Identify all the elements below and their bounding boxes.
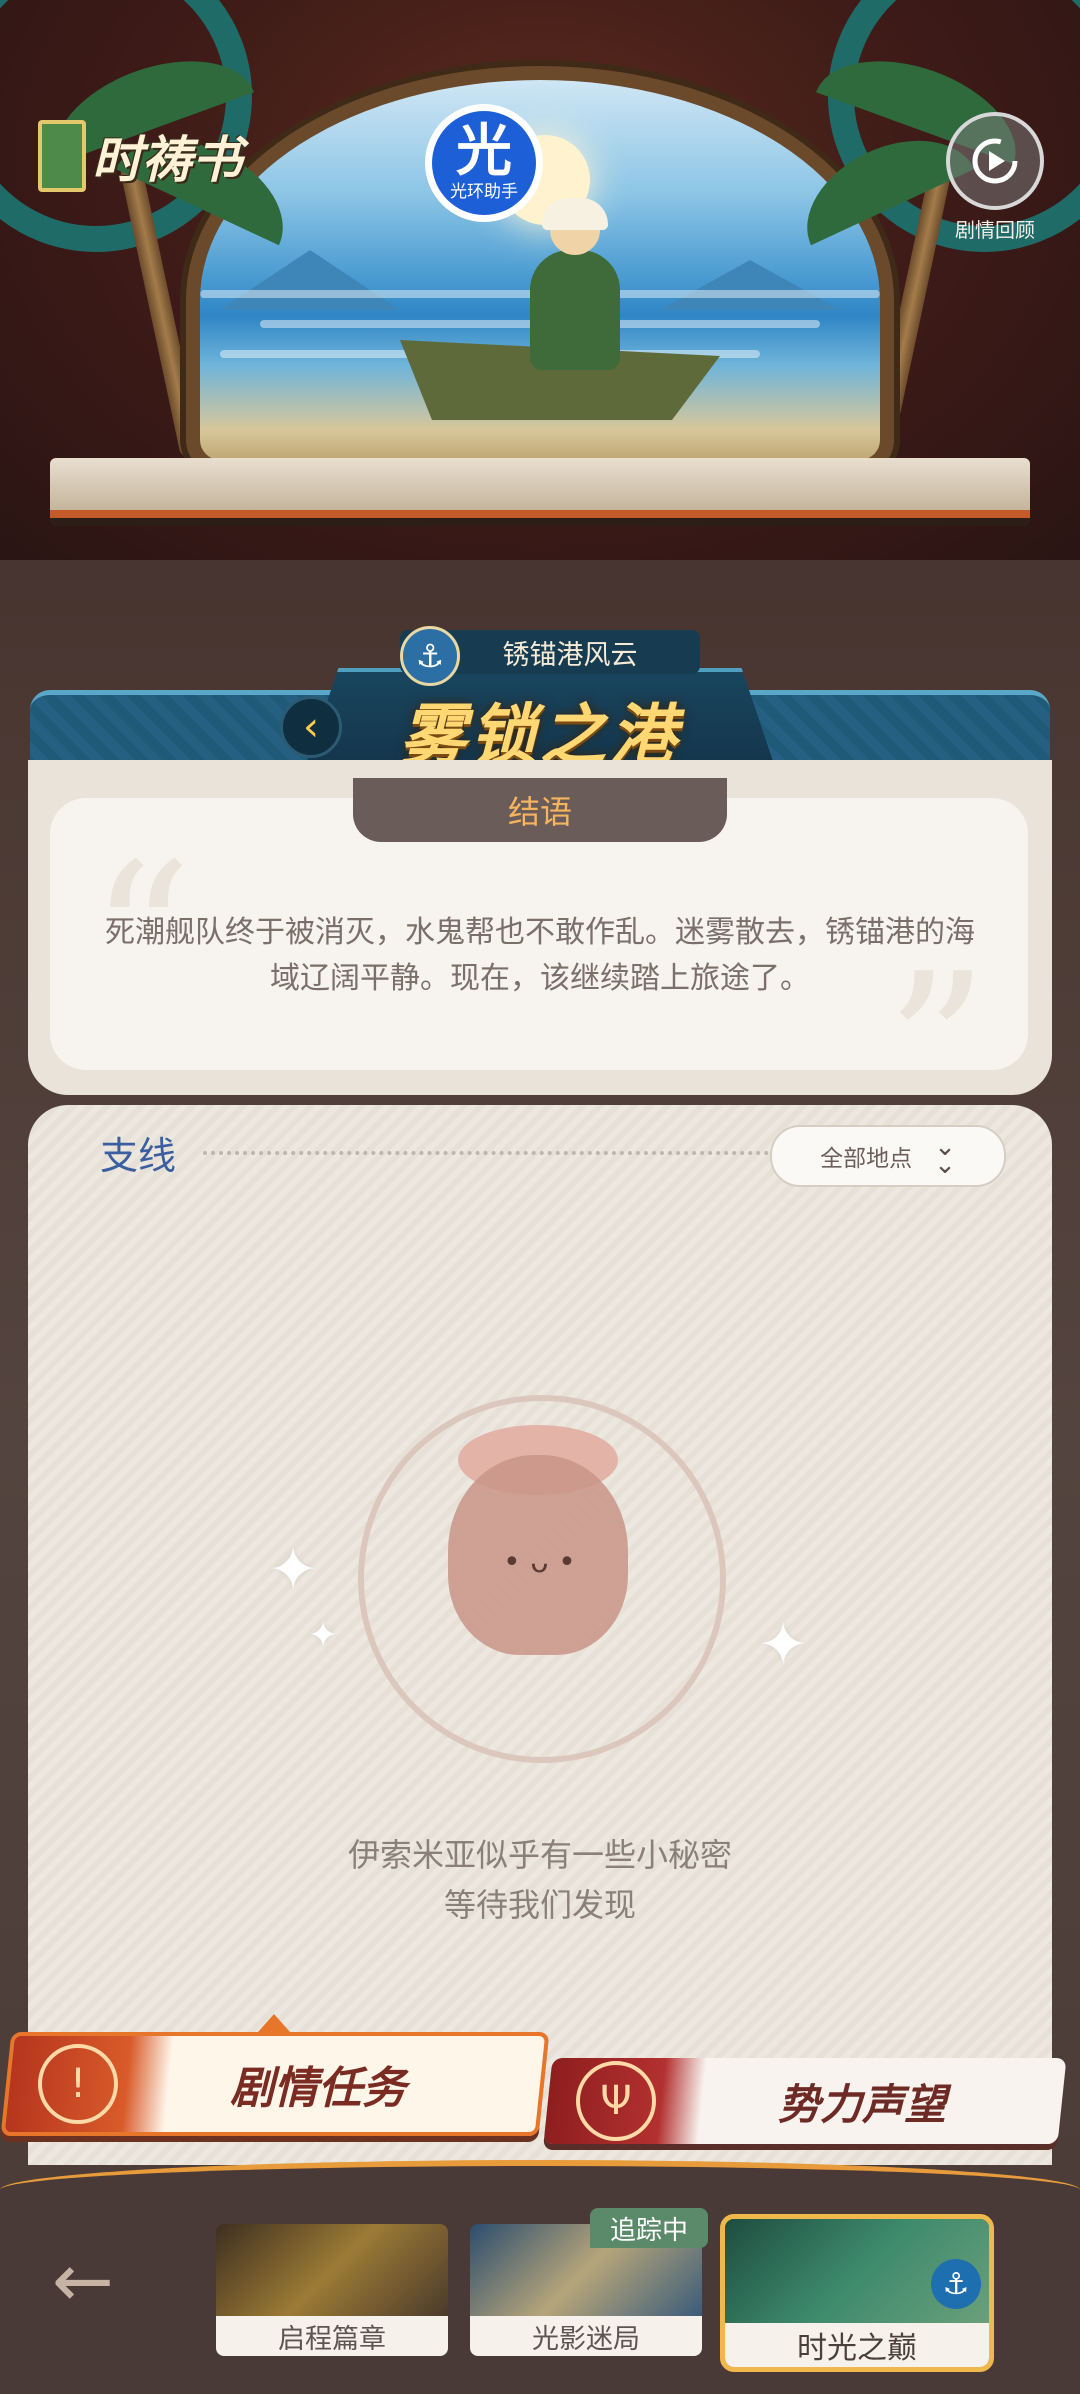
book-icon bbox=[38, 120, 86, 192]
sparkle-icon: ✦ bbox=[308, 1615, 339, 1656]
chapter-card-1[interactable]: 启程篇章 bbox=[216, 2224, 448, 2356]
trident-icon: Ψ bbox=[576, 2061, 656, 2141]
chapter-label: 启程篇章 bbox=[216, 2316, 448, 2356]
replay-label: 剧情回顾 bbox=[955, 218, 1035, 242]
chapter-banner: 时祷书 光 光环助手 剧情回顾 bbox=[0, 0, 1080, 560]
empty-state-message: 伊索米亚似乎有一些小秘密 等待我们发现 bbox=[228, 1830, 852, 1930]
anchor-icon: ⚓ bbox=[400, 626, 460, 686]
chapter-label: 光影迷局 bbox=[470, 2316, 702, 2356]
open-book-base bbox=[50, 458, 1030, 518]
hero-hair bbox=[542, 198, 608, 230]
location-filter-label: 全部地点 bbox=[820, 1146, 913, 1172]
story-mission-icon: ! bbox=[38, 2044, 118, 2124]
story-mission-label: 剧情任务 bbox=[230, 2063, 406, 2114]
anchor-icon: ⚓ bbox=[931, 2259, 981, 2309]
assistant-badge-label: 光环助手 bbox=[450, 182, 518, 202]
empty-state-line-2: 等待我们发现 bbox=[443, 1886, 636, 1924]
assistant-badge-inner: 光 光环助手 bbox=[432, 111, 536, 215]
story-replay-button[interactable]: 剧情回顾 bbox=[940, 112, 1050, 243]
mountain bbox=[220, 250, 400, 310]
location-filter-dropdown[interactable]: 全部地点 ⌄ ⌄ bbox=[770, 1125, 1006, 1187]
chapter-subtitle-text: 锈锚港风云 bbox=[502, 639, 638, 671]
chapter-thumbnail bbox=[216, 2224, 448, 2316]
assistant-badge-char: 光 bbox=[456, 119, 512, 184]
faction-reputation-button[interactable]: Ψ 势力声望 bbox=[543, 2058, 1067, 2144]
empty-state-illustration: • ᴗ • bbox=[358, 1395, 726, 1763]
chapter-back-button[interactable]: ‹ bbox=[280, 696, 342, 758]
side-quest-label: 支线 bbox=[100, 1134, 177, 1178]
side-quest-panel: 支线 全部地点 ⌄ ⌄ • ᴗ • ✦ ✦ ✦ 伊索米亚似乎有一些小秘密 等待我们… bbox=[28, 1105, 1052, 2165]
chapter-label: 时光之巅 bbox=[725, 2323, 989, 2367]
game-screen: 时祷书 光 光环助手 剧情回顾 锈锚港风云 ⚓ 雾锁之港 ‹ “ ” 死潮舰队终… bbox=[0, 0, 1080, 2394]
book-edge bbox=[50, 510, 1030, 518]
dotted-divider bbox=[203, 1151, 793, 1155]
replay-icon bbox=[946, 112, 1044, 210]
empty-state-line-1: 伊索米亚似乎有一些小秘密 bbox=[347, 1836, 732, 1874]
chapter-card-3-selected[interactable]: ⚓ 时光之巅 bbox=[720, 2214, 994, 2372]
logo-text: 时祷书 bbox=[92, 131, 242, 189]
tracking-badge: 追踪中 bbox=[590, 2208, 708, 2248]
mountain bbox=[660, 260, 840, 310]
chapter-nav-bar: ← 启程篇章 光影迷局 追踪中 ⚓ 时光之巅 bbox=[0, 2160, 1080, 2394]
back-arrow-icon[interactable]: ← bbox=[52, 2244, 114, 2318]
sparkle-icon: ✦ bbox=[758, 1610, 809, 1680]
hero-figure bbox=[530, 250, 620, 370]
assistant-badge[interactable]: 光 光环助手 bbox=[425, 104, 543, 222]
selected-indicator bbox=[258, 2014, 290, 2032]
epilogue-card: “ ” 死潮舰队终于被消灭，水鬼帮也不敢作乱。迷雾散去，锈锚港的海域辽阔平静。现… bbox=[28, 760, 1052, 1148]
app-logo: 时祷书 bbox=[38, 118, 242, 194]
mascot-face: • ᴗ • bbox=[503, 1545, 576, 1580]
story-mission-button[interactable]: ! 剧情任务 bbox=[0, 2032, 550, 2136]
sparkle-icon: ✦ bbox=[268, 1535, 319, 1605]
epilogue-tab: 结语 bbox=[353, 778, 727, 842]
faction-reputation-label: 势力声望 bbox=[778, 2079, 947, 2129]
chevron-down-icon: ⌄ ⌄ bbox=[934, 1132, 956, 1180]
epilogue-tab-label: 结语 bbox=[507, 793, 572, 831]
epilogue-text: 死潮舰队终于被消灭，水鬼帮也不敢作乱。迷雾散去，锈锚港的海域辽阔平静。现在，该继… bbox=[105, 915, 975, 996]
